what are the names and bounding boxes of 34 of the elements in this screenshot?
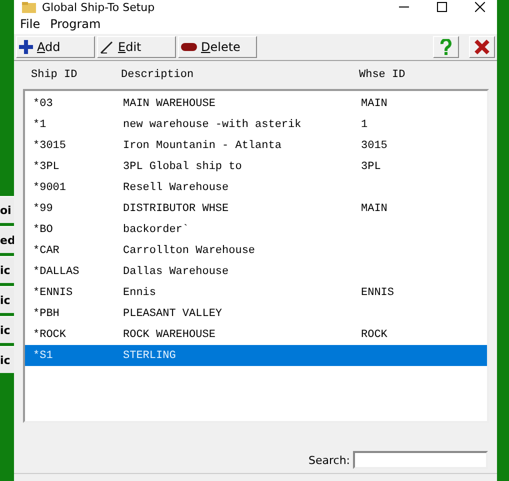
- plus-icon: [19, 40, 33, 54]
- list-row[interactable]: *3PL 3PL Global ship to 3PL: [25, 156, 487, 177]
- list-row[interactable]: *03 MAIN WAREHOUSE MAIN: [25, 93, 487, 114]
- toolbar-button[interactable]: Add: [16, 36, 95, 58]
- help-button[interactable]: [433, 36, 459, 58]
- maximize-icon[interactable]: [437, 2, 447, 12]
- menu-item[interactable]: File: [20, 17, 40, 31]
- list-row[interactable]: *ROCK ROCK WAREHOUSE ROCK: [25, 324, 487, 345]
- eraser-icon: [181, 42, 197, 52]
- list-row[interactable]: *1 new warehouse -with asterik 1: [25, 114, 487, 135]
- menu-item[interactable]: Program: [50, 17, 101, 31]
- column-header[interactable]: Ship ID: [31, 69, 121, 81]
- column-header[interactable]: Whse ID: [359, 69, 487, 81]
- exit-button[interactable]: [469, 36, 495, 58]
- question-icon: [440, 39, 452, 55]
- search-field[interactable]: [353, 451, 488, 469]
- list-row[interactable]: *ENNIS Ennis ENNIS: [25, 282, 487, 303]
- list-row[interactable]: *3015 Iron Mountanin - Atlanta 3015: [25, 135, 487, 156]
- toolbar-button[interactable]: Delete: [178, 36, 257, 58]
- close-icon: [474, 39, 490, 55]
- column-header[interactable]: Description: [121, 69, 359, 81]
- list-row[interactable]: *99 DISTRIBUTOR WHSE MAIN: [25, 198, 487, 219]
- pen-icon: [100, 40, 114, 54]
- search-label: Search:: [308, 454, 350, 466]
- list-row[interactable]: *PBH PLEASANT VALLEY: [25, 303, 487, 324]
- window-title: Global Ship-To Setup: [42, 0, 155, 14]
- folder-icon: [22, 2, 36, 12]
- list-row[interactable]: *DALLAS Dallas Warehouse: [25, 261, 487, 282]
- list-row[interactable]: *9001 Resell Warehouse: [25, 177, 487, 198]
- list-row[interactable]: *CAR Carrollton Warehouse: [25, 240, 487, 261]
- toolbar-button[interactable]: Edit: [97, 36, 176, 58]
- close-icon[interactable]: [475, 2, 485, 12]
- list-row[interactable]: *S1 STERLING: [25, 345, 487, 366]
- list-row[interactable]: *BO backorder`: [25, 219, 487, 240]
